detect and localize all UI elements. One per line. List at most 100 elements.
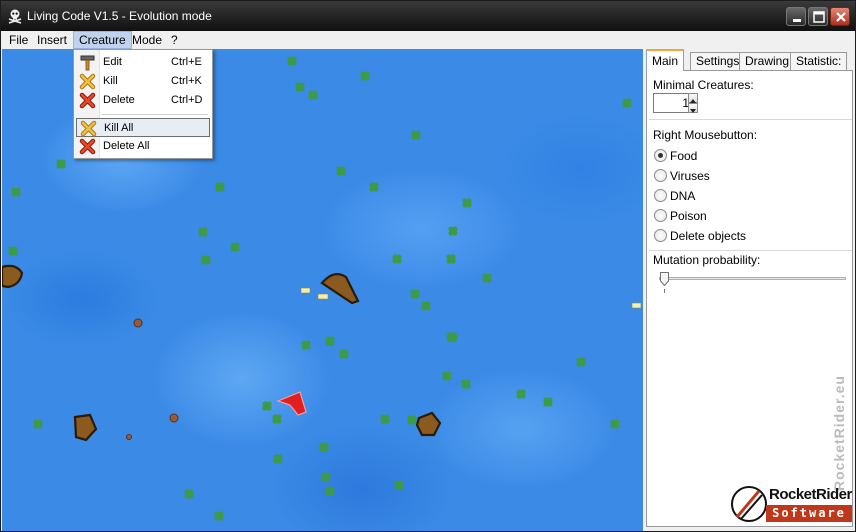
stepper-up-button[interactable] bbox=[688, 93, 698, 103]
food-particle bbox=[325, 486, 335, 496]
food-particle bbox=[380, 414, 390, 424]
creature bbox=[2, 264, 24, 289]
mutation-slider-track[interactable] bbox=[659, 277, 846, 280]
stepper-down-button[interactable] bbox=[688, 103, 698, 113]
kill-icon bbox=[79, 73, 96, 90]
food-particle bbox=[411, 130, 421, 140]
food-particle bbox=[442, 371, 452, 381]
food-particle bbox=[461, 379, 471, 389]
food-particle bbox=[448, 226, 458, 236]
close-icon bbox=[836, 12, 846, 22]
radio-circle[interactable] bbox=[654, 189, 667, 202]
delete-all-icon bbox=[79, 138, 96, 155]
food-particle bbox=[56, 159, 66, 169]
menu-item-label: Delete bbox=[103, 94, 135, 106]
menu-item-label: Kill All bbox=[104, 122, 134, 134]
chevron-down-icon bbox=[690, 109, 696, 113]
radio-label: Viruses bbox=[670, 169, 710, 183]
radio-circle[interactable] bbox=[654, 209, 667, 222]
food-particle bbox=[184, 489, 194, 499]
food-particle bbox=[482, 273, 492, 283]
slider-tick bbox=[664, 289, 665, 293]
window-title: Living Code V1.5 - Evolution mode bbox=[27, 9, 212, 23]
food-particle bbox=[576, 357, 586, 367]
menu-item-label: Kill bbox=[103, 75, 118, 87]
food-particle bbox=[543, 397, 553, 407]
food-particle bbox=[610, 419, 620, 429]
food-particle bbox=[622, 98, 632, 108]
hammer-icon bbox=[80, 55, 95, 71]
logo-text-rocketrider: RocketRider bbox=[769, 486, 852, 503]
menu-bar: File Insert Creature Mode ? bbox=[1, 31, 855, 49]
minimize-icon bbox=[793, 19, 801, 22]
food-particle bbox=[287, 56, 297, 66]
right-mousebutton-label: Right Mousebutton: bbox=[653, 128, 758, 142]
kill-all-icon bbox=[80, 120, 97, 137]
food-particle bbox=[392, 254, 402, 264]
menu-item-delete-all[interactable]: Delete All bbox=[76, 137, 210, 156]
menu-creature[interactable]: Creature bbox=[73, 31, 132, 49]
food-particle bbox=[319, 442, 329, 452]
food-particle bbox=[448, 332, 458, 342]
food-particle bbox=[516, 389, 526, 399]
title-bar[interactable]: Living Code V1.5 - Evolution mode bbox=[1, 1, 855, 31]
delete-icon bbox=[79, 92, 96, 109]
section-divider bbox=[649, 250, 852, 251]
mutation-probability-label: Mutation probability: bbox=[653, 253, 761, 267]
close-button[interactable] bbox=[830, 7, 850, 26]
menu-item-shortcut: Ctrl+D bbox=[171, 94, 203, 106]
dna-particle bbox=[631, 302, 642, 309]
food-particle bbox=[215, 182, 225, 192]
food-particle bbox=[262, 401, 272, 411]
tab-settings[interactable]: Settings bbox=[690, 52, 746, 70]
food-particle bbox=[410, 289, 420, 299]
menu-mode[interactable]: Mode bbox=[127, 31, 167, 49]
skull-crossbones-icon bbox=[8, 9, 22, 24]
section-divider bbox=[649, 119, 852, 120]
tab-statistic[interactable]: Statistic: bbox=[790, 52, 848, 70]
mutation-slider-thumb[interactable] bbox=[660, 272, 669, 286]
dna-particle bbox=[300, 287, 311, 294]
food-particle bbox=[33, 419, 43, 429]
menu-item-shortcut: Ctrl+K bbox=[171, 75, 202, 87]
minimize-button[interactable] bbox=[786, 7, 806, 26]
radio-circle[interactable] bbox=[654, 169, 667, 182]
radio-circle[interactable] bbox=[654, 149, 667, 162]
menu-item-kill[interactable]: Kill Ctrl+K bbox=[76, 72, 210, 91]
menu-file[interactable]: File bbox=[4, 31, 33, 49]
food-particle bbox=[301, 340, 311, 350]
food-particle bbox=[230, 242, 240, 252]
menu-item-delete[interactable]: Delete Ctrl+D bbox=[76, 91, 210, 110]
stepper-arrows[interactable] bbox=[688, 93, 698, 113]
tab-main[interactable]: Main bbox=[646, 49, 685, 71]
food-particle bbox=[201, 255, 211, 265]
radio-label: Delete objects bbox=[670, 229, 747, 243]
food-particle bbox=[462, 198, 472, 208]
maximize-icon bbox=[813, 11, 825, 23]
menu-item-label: Edit bbox=[103, 56, 122, 68]
radio-label: Poison bbox=[670, 209, 707, 223]
menu-separator bbox=[102, 114, 208, 115]
menu-insert[interactable]: Insert bbox=[32, 31, 72, 49]
virus-layer bbox=[108, 151, 179, 440]
food-particle bbox=[214, 511, 224, 521]
minimal-creatures-input[interactable] bbox=[654, 94, 691, 112]
menu-help[interactable]: ? bbox=[166, 31, 183, 49]
tab-page-main: Minimal Creatures: Right Mousebutton: Fo… bbox=[646, 70, 853, 527]
menu-item-kill-all[interactable]: Kill All bbox=[76, 118, 210, 137]
food-particle bbox=[407, 415, 417, 425]
minimal-creatures-label: Minimal Creatures: bbox=[653, 78, 754, 92]
food-particle bbox=[273, 454, 283, 464]
food-particle bbox=[421, 301, 431, 311]
logo-text-software: Software bbox=[766, 505, 852, 522]
radio-circle[interactable] bbox=[654, 229, 667, 242]
menu-item-shortcut: Ctrl+E bbox=[171, 56, 202, 68]
rocketrider-logo: RocketRider Software bbox=[729, 481, 853, 527]
menu-item-edit[interactable]: Edit Ctrl+E bbox=[76, 53, 210, 72]
tab-drawing[interactable]: Drawing bbox=[739, 52, 796, 70]
minimal-creatures-stepper[interactable] bbox=[653, 93, 698, 113]
maximize-button[interactable] bbox=[808, 7, 828, 26]
rocket-logo-icon bbox=[731, 486, 767, 522]
creature bbox=[415, 411, 442, 437]
food-particle bbox=[11, 187, 21, 197]
